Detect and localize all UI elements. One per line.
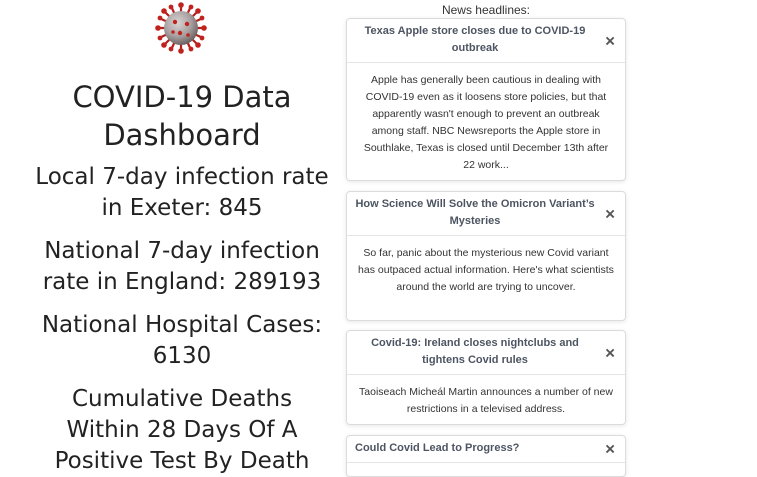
news-card-title: Texas Apple store closes due to COVID-19… bbox=[364, 25, 586, 54]
close-icon[interactable]: × bbox=[605, 32, 615, 49]
national-infection-rate: National 7-day infection rate in England… bbox=[42, 238, 322, 295]
news-panel: News headlines: Texas Apple store closes… bbox=[346, 0, 626, 477]
news-card-body: Taoiseach Micheál Martin announces a num… bbox=[359, 386, 613, 415]
page-title: COVID-19 Data Dashboard bbox=[72, 80, 292, 152]
coronavirus-icon bbox=[155, 2, 207, 54]
news-card: Could Covid Lead to Progress? × bbox=[346, 435, 626, 477]
close-icon[interactable]: × bbox=[605, 344, 615, 361]
news-card: How Science Will Solve the Omicron Varia… bbox=[346, 191, 626, 321]
news-card-title: Covid-19: Ireland closes nightclubs and … bbox=[371, 337, 579, 366]
news-card: Texas Apple store closes due to COVID-19… bbox=[346, 18, 626, 181]
news-card-title: Could Covid Lead to Progress? bbox=[355, 442, 520, 454]
news-card-body: So far, panic about the mysterious new C… bbox=[358, 247, 614, 293]
news-card-header: Texas Apple store closes due to COVID-19… bbox=[347, 19, 625, 63]
news-heading: News headlines: bbox=[441, 3, 531, 17]
news-card-body: Apple has generally been cautious in dea… bbox=[363, 74, 609, 171]
close-icon[interactable]: × bbox=[605, 205, 615, 222]
close-icon[interactable]: × bbox=[605, 441, 615, 458]
news-card-header: Could Covid Lead to Progress? × bbox=[347, 436, 625, 463]
local-infection-rate: Local 7-day infection rate in Exeter: 84… bbox=[35, 164, 329, 221]
stats-panel: COVID-19 Data Dashboard Local 7-day infe… bbox=[0, 78, 364, 477]
hospital-cases: National Hospital Cases: 6130 bbox=[41, 312, 323, 369]
news-card-header: Covid-19: Ireland closes nightclubs and … bbox=[347, 331, 625, 375]
news-card-header: How Science Will Solve the Omicron Varia… bbox=[347, 192, 625, 236]
cumulative-deaths: Cumulative Deaths Within 28 Days Of A Po… bbox=[54, 386, 310, 474]
news-card-title: How Science Will Solve the Omicron Varia… bbox=[355, 198, 595, 227]
news-card: Covid-19: Ireland closes nightclubs and … bbox=[346, 330, 626, 425]
